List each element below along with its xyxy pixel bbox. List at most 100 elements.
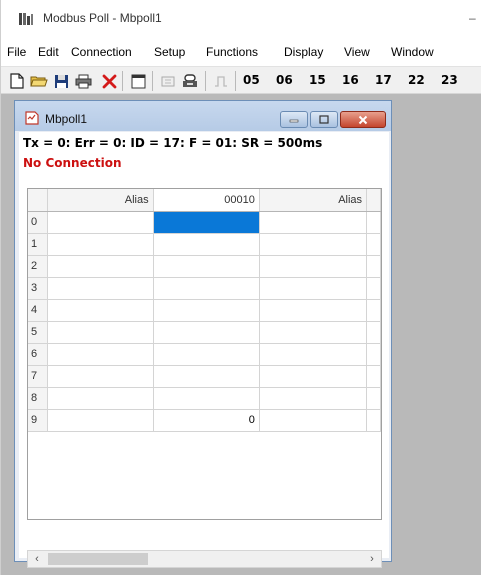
connect-icon[interactable]	[180, 71, 200, 91]
alias-cell[interactable]	[259, 365, 368, 388]
delete-x-icon[interactable]	[99, 71, 119, 91]
alias-cell[interactable]	[259, 277, 368, 300]
column-header-alias[interactable]: Alias	[47, 189, 154, 212]
value-cell[interactable]	[153, 387, 260, 410]
function-16-button[interactable]: 16	[342, 73, 359, 87]
filler-cell	[366, 387, 381, 410]
alias-cell[interactable]	[47, 233, 154, 256]
application-window: Modbus Poll - Mbpoll1 – File Edit Connec…	[0, 0, 481, 575]
poll-status-line: Tx = 0: Err = 0: ID = 17: F = 01: SR = 5…	[23, 136, 323, 150]
function-17-button[interactable]: 17	[375, 73, 392, 87]
child-client-area: Tx = 0: Err = 0: ID = 17: F = 01: SR = 5…	[19, 132, 389, 568]
value-cell-selected[interactable]	[153, 211, 260, 234]
function-15-button[interactable]: 15	[309, 73, 326, 87]
value-cell[interactable]	[153, 343, 260, 366]
scroll-right-icon[interactable]: ›	[363, 551, 381, 567]
read-write-icon[interactable]	[158, 71, 178, 91]
value-cell[interactable]	[153, 255, 260, 278]
alias-cell[interactable]	[47, 211, 154, 234]
child-minimize-button[interactable]	[280, 111, 308, 128]
menu-view[interactable]: View	[344, 45, 370, 59]
scrollbar-thumb[interactable]	[48, 553, 148, 565]
filler-cell	[366, 409, 381, 432]
alias-cell[interactable]	[259, 299, 368, 322]
child-maximize-button[interactable]	[310, 111, 338, 128]
table-row: 0	[28, 211, 381, 234]
window-title: Modbus Poll - Mbpoll1	[43, 11, 162, 25]
value-cell[interactable]: 0	[153, 409, 260, 432]
print-icon[interactable]	[73, 71, 93, 91]
child-close-button[interactable]	[340, 111, 386, 128]
alias-cell[interactable]	[259, 343, 368, 366]
function-05-button[interactable]: 05	[243, 73, 260, 87]
alias-cell[interactable]	[259, 387, 368, 410]
menu-setup[interactable]: Setup	[154, 45, 185, 59]
window-icon[interactable]	[128, 71, 148, 91]
filler-cell	[366, 299, 381, 322]
filler-cell	[366, 255, 381, 278]
maximize-icon	[319, 115, 329, 124]
alias-cell[interactable]	[47, 277, 154, 300]
column-header-alias-2[interactable]: Alias	[259, 189, 368, 212]
menu-file[interactable]: File	[7, 45, 26, 59]
column-header-filler	[366, 189, 381, 212]
modbus-app-icon	[19, 13, 33, 25]
filler-cell	[366, 277, 381, 300]
menu-bar: File Edit Connection Setup Functions Dis…	[1, 40, 481, 66]
pulse-icon[interactable]	[211, 71, 231, 91]
alias-cell[interactable]	[47, 387, 154, 410]
value-cell[interactable]	[153, 321, 260, 344]
alias-cell[interactable]	[259, 255, 368, 278]
close-icon	[358, 115, 368, 124]
horizontal-scrollbar[interactable]: ‹ ›	[27, 550, 382, 568]
alias-cell[interactable]	[47, 255, 154, 278]
alias-cell[interactable]	[47, 409, 154, 432]
function-22-button[interactable]: 22	[408, 73, 425, 87]
child-title-bar[interactable]: Mbpoll1	[15, 101, 391, 131]
row-index: 8	[28, 387, 49, 410]
save-disk-icon[interactable]	[51, 71, 71, 91]
value-cell[interactable]	[153, 365, 260, 388]
toolbar: 05 06 15 16 17 22 23	[1, 66, 481, 94]
alias-cell[interactable]	[259, 409, 368, 432]
new-document-icon[interactable]	[7, 71, 27, 91]
alias-cell[interactable]	[259, 321, 368, 344]
menu-display[interactable]: Display	[284, 45, 323, 59]
alias-cell[interactable]	[47, 299, 154, 322]
value-cell[interactable]	[153, 277, 260, 300]
table-row: 4	[28, 299, 381, 322]
toolbar-separator	[152, 71, 153, 91]
table-row: 1	[28, 233, 381, 256]
alias-cell[interactable]	[259, 233, 368, 256]
table-row: 3	[28, 277, 381, 300]
mbpoll-child-window: Mbpoll1 Tx = 0: Err = 0: ID = 17: F = 01…	[14, 100, 392, 568]
toolbar-separator	[235, 71, 236, 91]
row-index: 4	[28, 299, 49, 322]
table-row: 8	[28, 387, 381, 410]
alias-cell[interactable]	[47, 321, 154, 344]
table-row: 7	[28, 365, 381, 388]
row-index: 5	[28, 321, 49, 344]
scroll-left-icon[interactable]: ‹	[28, 551, 46, 567]
minimize-icon[interactable]: –	[469, 11, 476, 25]
function-23-button[interactable]: 23	[441, 73, 458, 87]
menu-connection[interactable]: Connection	[71, 45, 132, 59]
child-window-title: Mbpoll1	[45, 112, 88, 126]
filler-cell	[366, 365, 381, 388]
menu-edit[interactable]: Edit	[38, 45, 59, 59]
alias-cell[interactable]	[259, 211, 368, 234]
alias-cell[interactable]	[47, 365, 154, 388]
value-cell[interactable]	[153, 299, 260, 322]
register-table: Alias 00010 Alias 0 1 2 3 4 5 6 7 8 9 0	[28, 189, 381, 432]
open-folder-icon[interactable]	[29, 71, 49, 91]
table-row: 9 0	[28, 409, 381, 432]
row-index: 1	[28, 233, 49, 256]
row-index: 0	[28, 211, 49, 234]
function-06-button[interactable]: 06	[276, 73, 293, 87]
menu-window[interactable]: Window	[391, 45, 434, 59]
minimize-icon	[289, 119, 299, 122]
menu-functions[interactable]: Functions	[206, 45, 258, 59]
column-header-address[interactable]: 00010	[153, 189, 260, 212]
alias-cell[interactable]	[47, 343, 154, 366]
value-cell[interactable]	[153, 233, 260, 256]
